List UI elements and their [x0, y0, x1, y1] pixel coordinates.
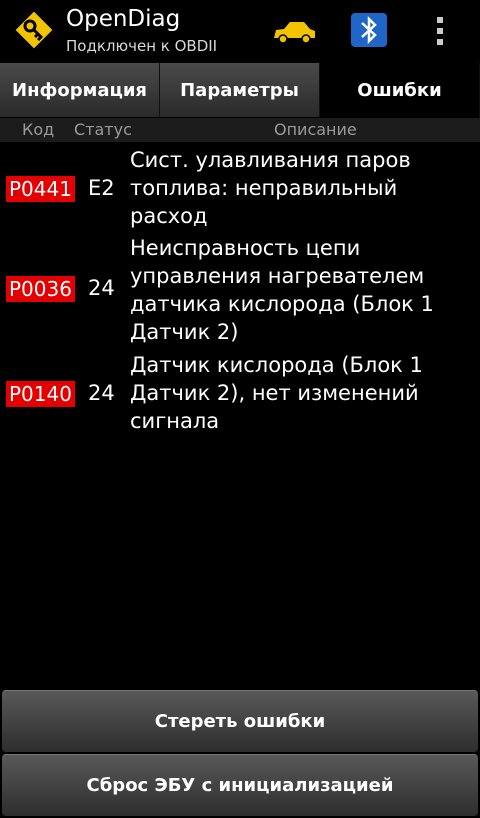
app-logo-icon[interactable] — [14, 10, 54, 50]
reset-ecu-button[interactable]: Сброс ЭБУ с инициализацией — [2, 754, 478, 816]
error-code: P0140 — [6, 381, 75, 407]
error-status: 24 — [88, 276, 115, 300]
app-title: OpenDiag — [66, 6, 181, 32]
column-header-code: Код — [22, 120, 55, 139]
tab-information[interactable]: Информация — [0, 63, 160, 117]
car-icon[interactable] — [270, 16, 318, 46]
error-description: Сист. улавливания паров топлива: неправи… — [130, 148, 411, 228]
column-headers: Код Статус Описание — [0, 118, 480, 142]
column-header-status: Статус — [74, 120, 132, 139]
error-status: E2 — [88, 176, 115, 200]
tab-bar: Информация Параметры Ошибки — [0, 63, 480, 117]
overflow-menu-icon[interactable] — [432, 14, 448, 48]
error-description: Датчик кислорода (Блок 1 Датчик 2), нет … — [130, 353, 423, 433]
clear-errors-button[interactable]: Стереть ошибки — [2, 690, 478, 752]
bluetooth-icon[interactable] — [350, 12, 388, 48]
error-code: P0441 — [6, 176, 75, 202]
error-status: 24 — [88, 381, 115, 405]
action-bar: OpenDiag Подключен к OBDII — [0, 0, 480, 62]
tab-errors[interactable]: Ошибки — [320, 63, 480, 117]
tab-parameters[interactable]: Параметры — [160, 63, 320, 117]
error-description: Неисправность цепи управления нагревател… — [130, 236, 434, 344]
error-code: P0036 — [6, 276, 75, 302]
connection-status: Подключен к OBDII — [66, 37, 218, 55]
column-header-description: Описание — [274, 120, 357, 139]
